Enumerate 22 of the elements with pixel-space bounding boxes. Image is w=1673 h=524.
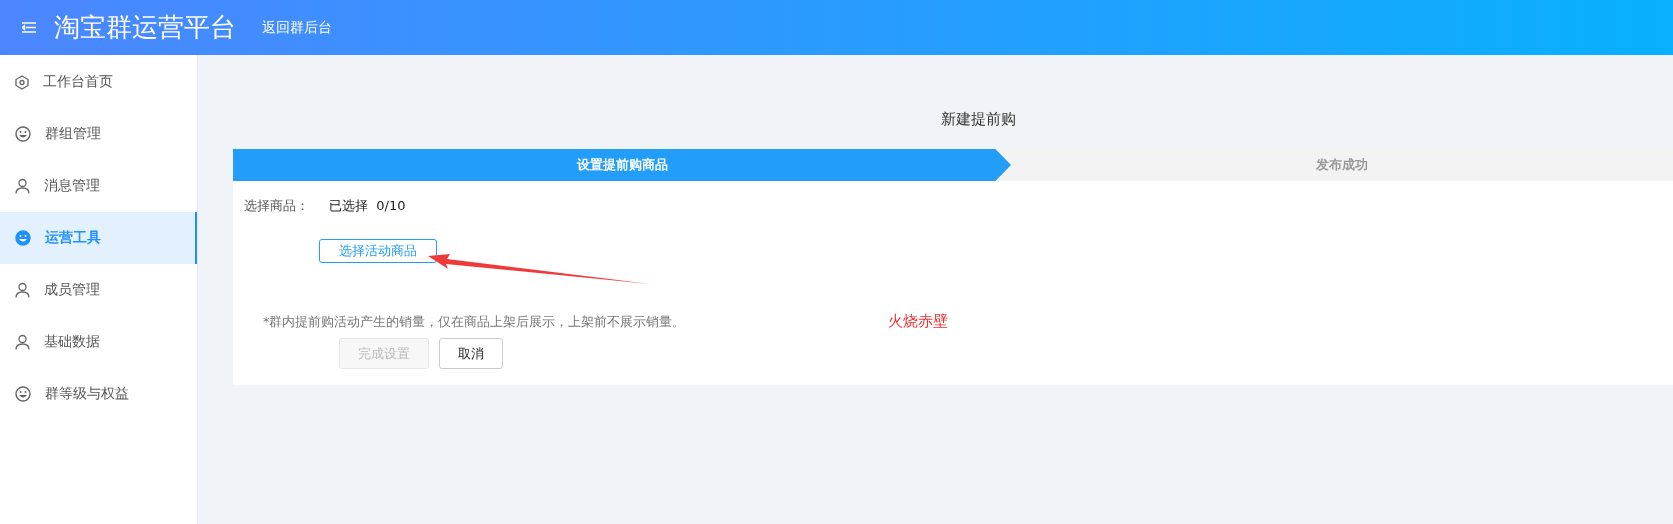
sidebar-item[interactable]: 成员管理 (0, 264, 197, 316)
person-icon (15, 178, 30, 194)
sidebar-item[interactable]: 群组管理 (0, 108, 197, 160)
smiley-icon (15, 386, 31, 402)
field-label: 选择商品： (244, 197, 309, 215)
person-icon (15, 334, 30, 350)
sidebar-item[interactable]: 基础数据 (0, 316, 197, 368)
menu-icon[interactable] (22, 22, 36, 33)
smiley-icon (15, 230, 31, 246)
person-icon (15, 282, 30, 298)
sidebar-item[interactable]: 消息管理 (0, 160, 197, 212)
note-text: *群内提前购活动产生的销量，仅在商品上架后展示，上架前不展示销量。 (263, 314, 686, 331)
selection-count: 已选择 0/10 (329, 197, 406, 215)
step: 设置提前购商品 (233, 149, 1011, 181)
sidebar-item[interactable]: 工作台首页 (0, 56, 197, 108)
annotation-text: 火烧赤壁 (888, 312, 948, 331)
app-title: 淘宝群运营平台 (54, 11, 236, 44)
page-title: 新建提前购 (939, 109, 1017, 130)
sidebar-item[interactable]: 群等级与权益 (0, 368, 197, 420)
hexagon-icon (15, 74, 29, 90)
cancel-button[interactable]: 取消 (439, 338, 503, 369)
smiley-icon (15, 126, 31, 142)
